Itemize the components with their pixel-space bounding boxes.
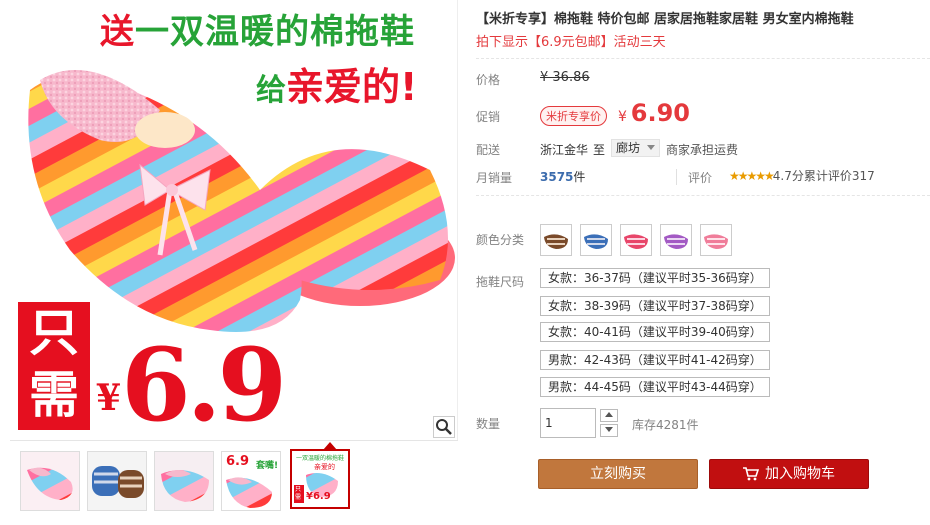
total-reviews-label: 累计评价 [803,169,852,183]
destination-value: 廊坊 [616,141,641,155]
size-label: 拖鞋尺码 [476,275,525,289]
thumb-slipper-image [88,452,146,510]
swatch-image [584,234,608,249]
divider [676,169,677,185]
thumbnail-strip: 6.9 套嘴! 一双温暖的棉拖鞋 亲爱的 只需 ¥6.9 [10,440,458,525]
current-price-yen: ¥ [618,109,627,125]
sales-unit: 件 [573,170,586,184]
thumb-headline: 一双温暖的棉拖鞋 [296,455,345,462]
caret-down-icon [646,145,655,150]
ship-to: 至 [593,143,606,157]
color-label: 颜色分类 [476,233,525,247]
price-panel: 价格 ¥ 36.86 促销 米折专享价 ¥ 6.90 配送 浙江金华 至 廊坊 … [476,58,930,196]
monthly-sales: 3575件 [540,168,585,185]
promo-price-number: 6.9 [121,326,287,440]
thumbnail-3[interactable] [154,451,214,511]
promo-headline-green: 一双温暖的棉拖鞋 [135,12,415,52]
product-subtitle: 拍下显示【6.9元包邮】活动三天 [476,35,666,50]
color-swatch-rose[interactable] [700,224,732,256]
quantity-input[interactable]: 1 [540,408,596,438]
size-option[interactable]: 男款：44-45码（建议平时43-44码穿） [540,377,770,397]
zoom-button[interactable] [433,416,455,438]
swatch-image [664,234,688,249]
promo-sub-green: 给 [256,73,286,108]
swatch-image [704,234,728,249]
thumb-slipper-image [155,452,213,510]
thumb-sub: 亲爱的 [314,463,335,471]
original-price: ¥ 36.86 [540,70,590,85]
sales-count: 3575 [540,170,574,184]
product-gallery: 送一双温暖的棉拖鞋 给亲爱的! 只 需 ¥6.9 6.9 套嘴! 一双温暖的棉拖… [10,0,458,525]
magnifier-icon [436,419,452,435]
quantity-decrease-button[interactable] [600,424,618,437]
swatch-image [544,234,568,249]
only-need-badge: 只 需 [18,302,90,430]
thumb-price: 6.9 [226,454,250,469]
promo-big-price: ¥6.9 [96,326,287,440]
quantity-label: 数量 [476,417,501,431]
thumbnail-2[interactable] [87,451,147,511]
current-price: ¥ 6.90 [618,99,690,127]
color-swatch-purple[interactable] [660,224,692,256]
promo-price-tag: 米折专享价 [540,106,607,126]
buy-now-button[interactable]: 立刻购买 [538,459,698,489]
quantity-increase-button[interactable] [600,409,618,422]
caret-up-icon [605,412,613,417]
stock-count: 库存4281件 [632,418,699,432]
rating-score: 4.7分 [772,169,804,183]
current-price-value: 6.90 [630,99,690,127]
review-label: 评价 [688,171,713,185]
thumb-price: ¥6.9 [306,491,331,502]
product-title: 【米折专享】棉拖鞋 特价包邮 居家居拖鞋家居鞋 男女室内棉拖鞋 [476,12,854,27]
promo-label: 促销 [476,110,501,124]
thumb-only: 只需 [295,486,302,501]
thumbnail-1[interactable] [20,451,80,511]
add-to-cart-label: 加入购物车 [765,466,835,482]
ship-origin: 浙江金华 [540,143,589,157]
active-thumb-indicator [323,442,337,450]
only-char-2: 需 [29,365,79,424]
color-swatch-blue[interactable] [580,224,612,256]
promo-headline: 送一双温暖的棉拖鞋 [100,4,415,53]
shipping-label: 配送 [476,143,501,157]
main-product-image[interactable]: 送一双温暖的棉拖鞋 给亲爱的! 只 需 ¥6.9 [10,0,458,440]
thumbnail-4[interactable]: 6.9 套嘴! [221,451,281,511]
promo-headline-red: 送 [100,12,135,52]
size-option[interactable]: 女款：40-41码（建议平时39-40码穿） [540,322,770,342]
thumb-text: 套嘴! [256,461,279,471]
add-to-cart-button[interactable]: 加入购物车 [709,459,869,489]
promo-sub-red: 亲爱的! [286,65,418,109]
color-swatch-brown[interactable] [540,224,572,256]
cart-icon [743,467,759,481]
price-label: 价格 [476,73,501,87]
rating[interactable]: ★★★★★4.7分累计评价317 [729,167,875,184]
swatch-image [624,234,648,249]
promo-subheadline: 给亲爱的! [256,56,417,111]
color-swatch-pink[interactable] [620,224,652,256]
size-option[interactable]: 女款：38-39码（建议平时37-38码穿） [540,296,770,316]
rating-stars-icon: ★★★★★ [729,169,775,183]
caret-down-icon [605,427,613,432]
thumb-slipper-image [21,452,79,510]
only-char-1: 只 [29,303,79,362]
promo-yen: ¥ [96,377,122,419]
monthly-sales-label: 月销量 [476,171,513,185]
shipping-fee: 商家承担运费 [666,143,739,157]
size-option[interactable]: 女款：36-37码（建议平时35-36码穿） [540,268,770,288]
destination-dropdown[interactable]: 廊坊 [611,139,660,157]
total-reviews: 317 [851,169,875,183]
thumbnail-5[interactable]: 一双温暖的棉拖鞋 亲爱的 只需 ¥6.9 [290,449,350,509]
size-option[interactable]: 男款：42-43码（建议平时41-42码穿） [540,350,770,370]
